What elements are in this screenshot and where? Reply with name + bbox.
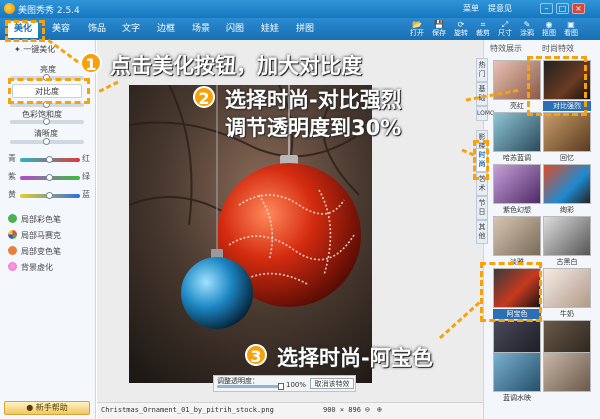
arrow-step2-tab [461, 148, 475, 157]
annotation-arrows [47, 38, 521, 340]
arrow-step3-thumb [438, 300, 482, 340]
arrow-step1-contrast [97, 80, 119, 94]
arrow-step2-thumb [465, 88, 521, 102]
arrow-step1-tab [47, 38, 79, 64]
